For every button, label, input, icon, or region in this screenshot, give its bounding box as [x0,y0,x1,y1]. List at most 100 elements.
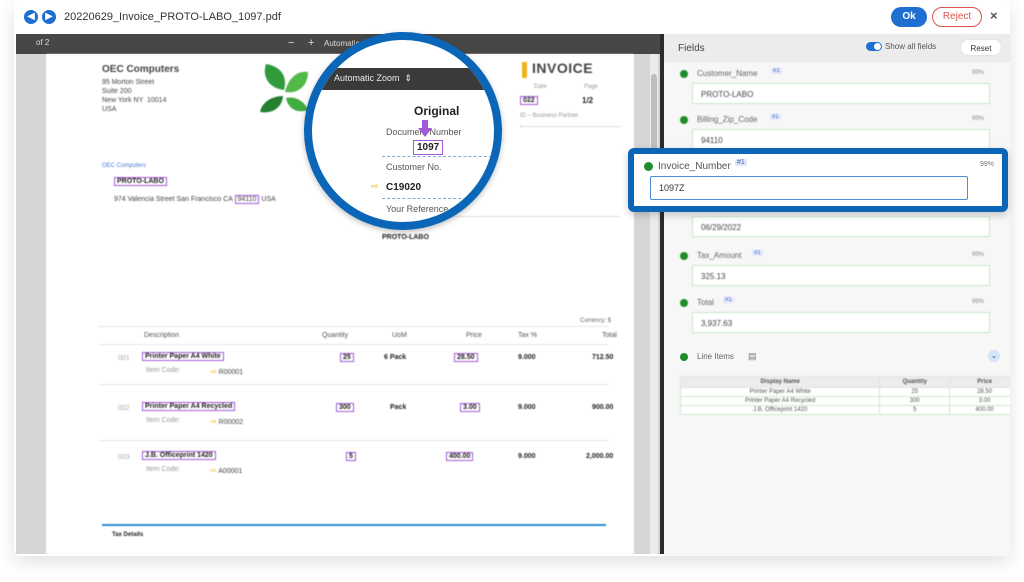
fields-panel: Fields Show all fields Reset Customer_Na… [664,34,1010,556]
chevron-updown-icon: ⇕ [404,73,413,83]
tax-amount-input[interactable]: 325.13 [692,265,990,286]
divider [382,156,494,157]
billing-zip-input[interactable]: 94110 [692,129,990,150]
field-confidence: 99% [980,161,995,168]
line-description: Printer Paper A4 Recycled [142,402,236,411]
divider [382,198,494,199]
field-badge: #1 [735,159,747,166]
total-input[interactable]: 3,937.63 [692,312,990,333]
table-cell[interactable]: 5 [879,405,951,415]
page-value: 1/2 [582,96,594,105]
table-cell[interactable]: 3.00 [949,396,1010,406]
invoice-date-input[interactable]: 06/29/2022 [692,216,990,237]
field-label: Total [697,298,714,307]
invoice-number-input[interactable]: 1097Z [650,176,968,200]
zoom-select[interactable]: Automatic Zoom ⇕ [334,73,412,84]
field-badge: #1 [752,250,763,256]
close-icon[interactable]: × [990,8,998,23]
page-label: Page [584,84,599,90]
status-dot [680,116,688,124]
col-tax: Tax % [518,332,538,339]
col-quantity: Quantity [322,332,349,339]
line-number: 003 [118,454,130,461]
currency-label: Currency: $ [580,318,612,324]
your-reference-label: Your Reference [386,204,449,214]
item-code-value: R00002 [218,419,244,426]
table-row[interactable]: Printer Paper A4 Recycled 300 3.00 [679,396,1010,406]
table-row[interactable]: Printer Paper A4 White 25 28.50 [679,387,1010,397]
line-tax: 9.000 [518,404,536,411]
status-dot [680,70,688,78]
field-label: Tax_Amount [697,251,742,260]
original-heading: Original [414,104,460,118]
customer-number-label: Customer No. [386,162,442,172]
line-number: 002 [118,405,130,412]
table-icon[interactable]: ▤ [748,351,757,362]
item-code: ⇨ R00002 [210,417,243,426]
company-address: 95 Morton Street Suite 200 New York NY 1… [102,79,167,113]
zoom-out-button[interactable]: − [288,37,294,49]
table-cell[interactable]: 300 [879,396,951,406]
item-code-value: R00001 [218,369,244,376]
customer-name-box: PROTO-LABO [114,177,167,186]
field-confidence: 99% [972,252,985,258]
customer-number-value: C19020 [386,182,422,193]
table-top-line [98,326,608,327]
invoice-title-accent [522,62,527,78]
document-scrollbar[interactable] [650,54,658,554]
file-title: 20220629_Invoice_PROTO-LABO_1097.pdf [64,11,281,23]
customer-name-input[interactable]: PROTO-LABO [692,83,990,104]
arrow-right-icon: ⇨ [210,417,217,426]
item-code-value: A00001 [218,468,243,475]
line-uom: Pack [390,404,407,411]
divider [520,126,620,127]
table-cell[interactable]: Printer Paper A4 White [679,387,881,397]
item-code-label: Item Code: [146,367,181,374]
field-badge: #1 [771,68,782,74]
table-row[interactable]: J.B. Officeprint 1420 5 400.00 [679,405,1010,415]
table-cell[interactable]: 400.00 [949,405,1010,415]
col-price: Price [466,332,482,339]
field-confidence: 99% [972,116,985,122]
line-total: 2,000.00 [586,453,614,460]
table-cell[interactable]: J.B. Officeprint 1420 [679,405,881,415]
show-all-toggle[interactable] [866,42,882,51]
col-quantity: Quantity [879,376,951,388]
zoom-in-button[interactable]: + [308,37,314,49]
fields-header: Fields Show all fields Reset [664,34,1010,62]
arrow-right-icon: ⇨ [210,367,217,376]
back-arrow-icon[interactable]: ◀ [24,10,38,24]
line-items-label: Line Items [697,352,734,361]
invoice-number-label: Invoice_Number [658,161,731,172]
item-code: ⇨ A00001 [210,466,242,475]
row-line [98,440,608,441]
status-dot [644,162,653,171]
customer-address: 974 Valencia Street San Francisco CA 941… [114,195,276,204]
line-quantity: 25 [340,353,354,362]
app-window: ◀ ▶ 20220629_Invoice_PROTO-LABO_1097.pdf… [14,0,1010,556]
line-description: Printer Paper A4 White [142,352,224,361]
reject-button[interactable]: Reject [932,7,982,27]
bill-from-link[interactable]: OEC Computers [102,163,146,169]
ok-button[interactable]: Ok [891,7,927,27]
status-dot [680,299,688,307]
line-quantity: 5 [346,452,356,461]
reset-button[interactable]: Reset [960,39,1002,56]
forward-arrow-icon[interactable]: ▶ [42,10,56,24]
line-items-table: Display Name Quantity Price Printer Pape… [679,376,1010,415]
tax-details-label: Tax Details [112,532,144,538]
item-code: ⇨ R00001 [210,367,243,376]
company-name: OEC Computers [102,64,180,75]
line-total: 900.00 [592,404,614,411]
field-confidence: 99% [972,299,985,305]
col-uom: UoM [392,332,407,339]
table-cell[interactable]: 25 [879,387,951,397]
field-label: Customer_Name [697,69,758,78]
table-header-row: Display Name Quantity Price [679,376,1010,388]
table-cell[interactable]: 28.50 [949,387,1010,397]
invoice-title: INVOICE [532,60,594,76]
doc-number-fragment: 022 [520,96,538,105]
chevron-down-icon[interactable]: ⌄ [988,350,1000,362]
col-display-name: Display Name [679,376,881,388]
table-cell[interactable]: Printer Paper A4 Recycled [679,396,881,406]
